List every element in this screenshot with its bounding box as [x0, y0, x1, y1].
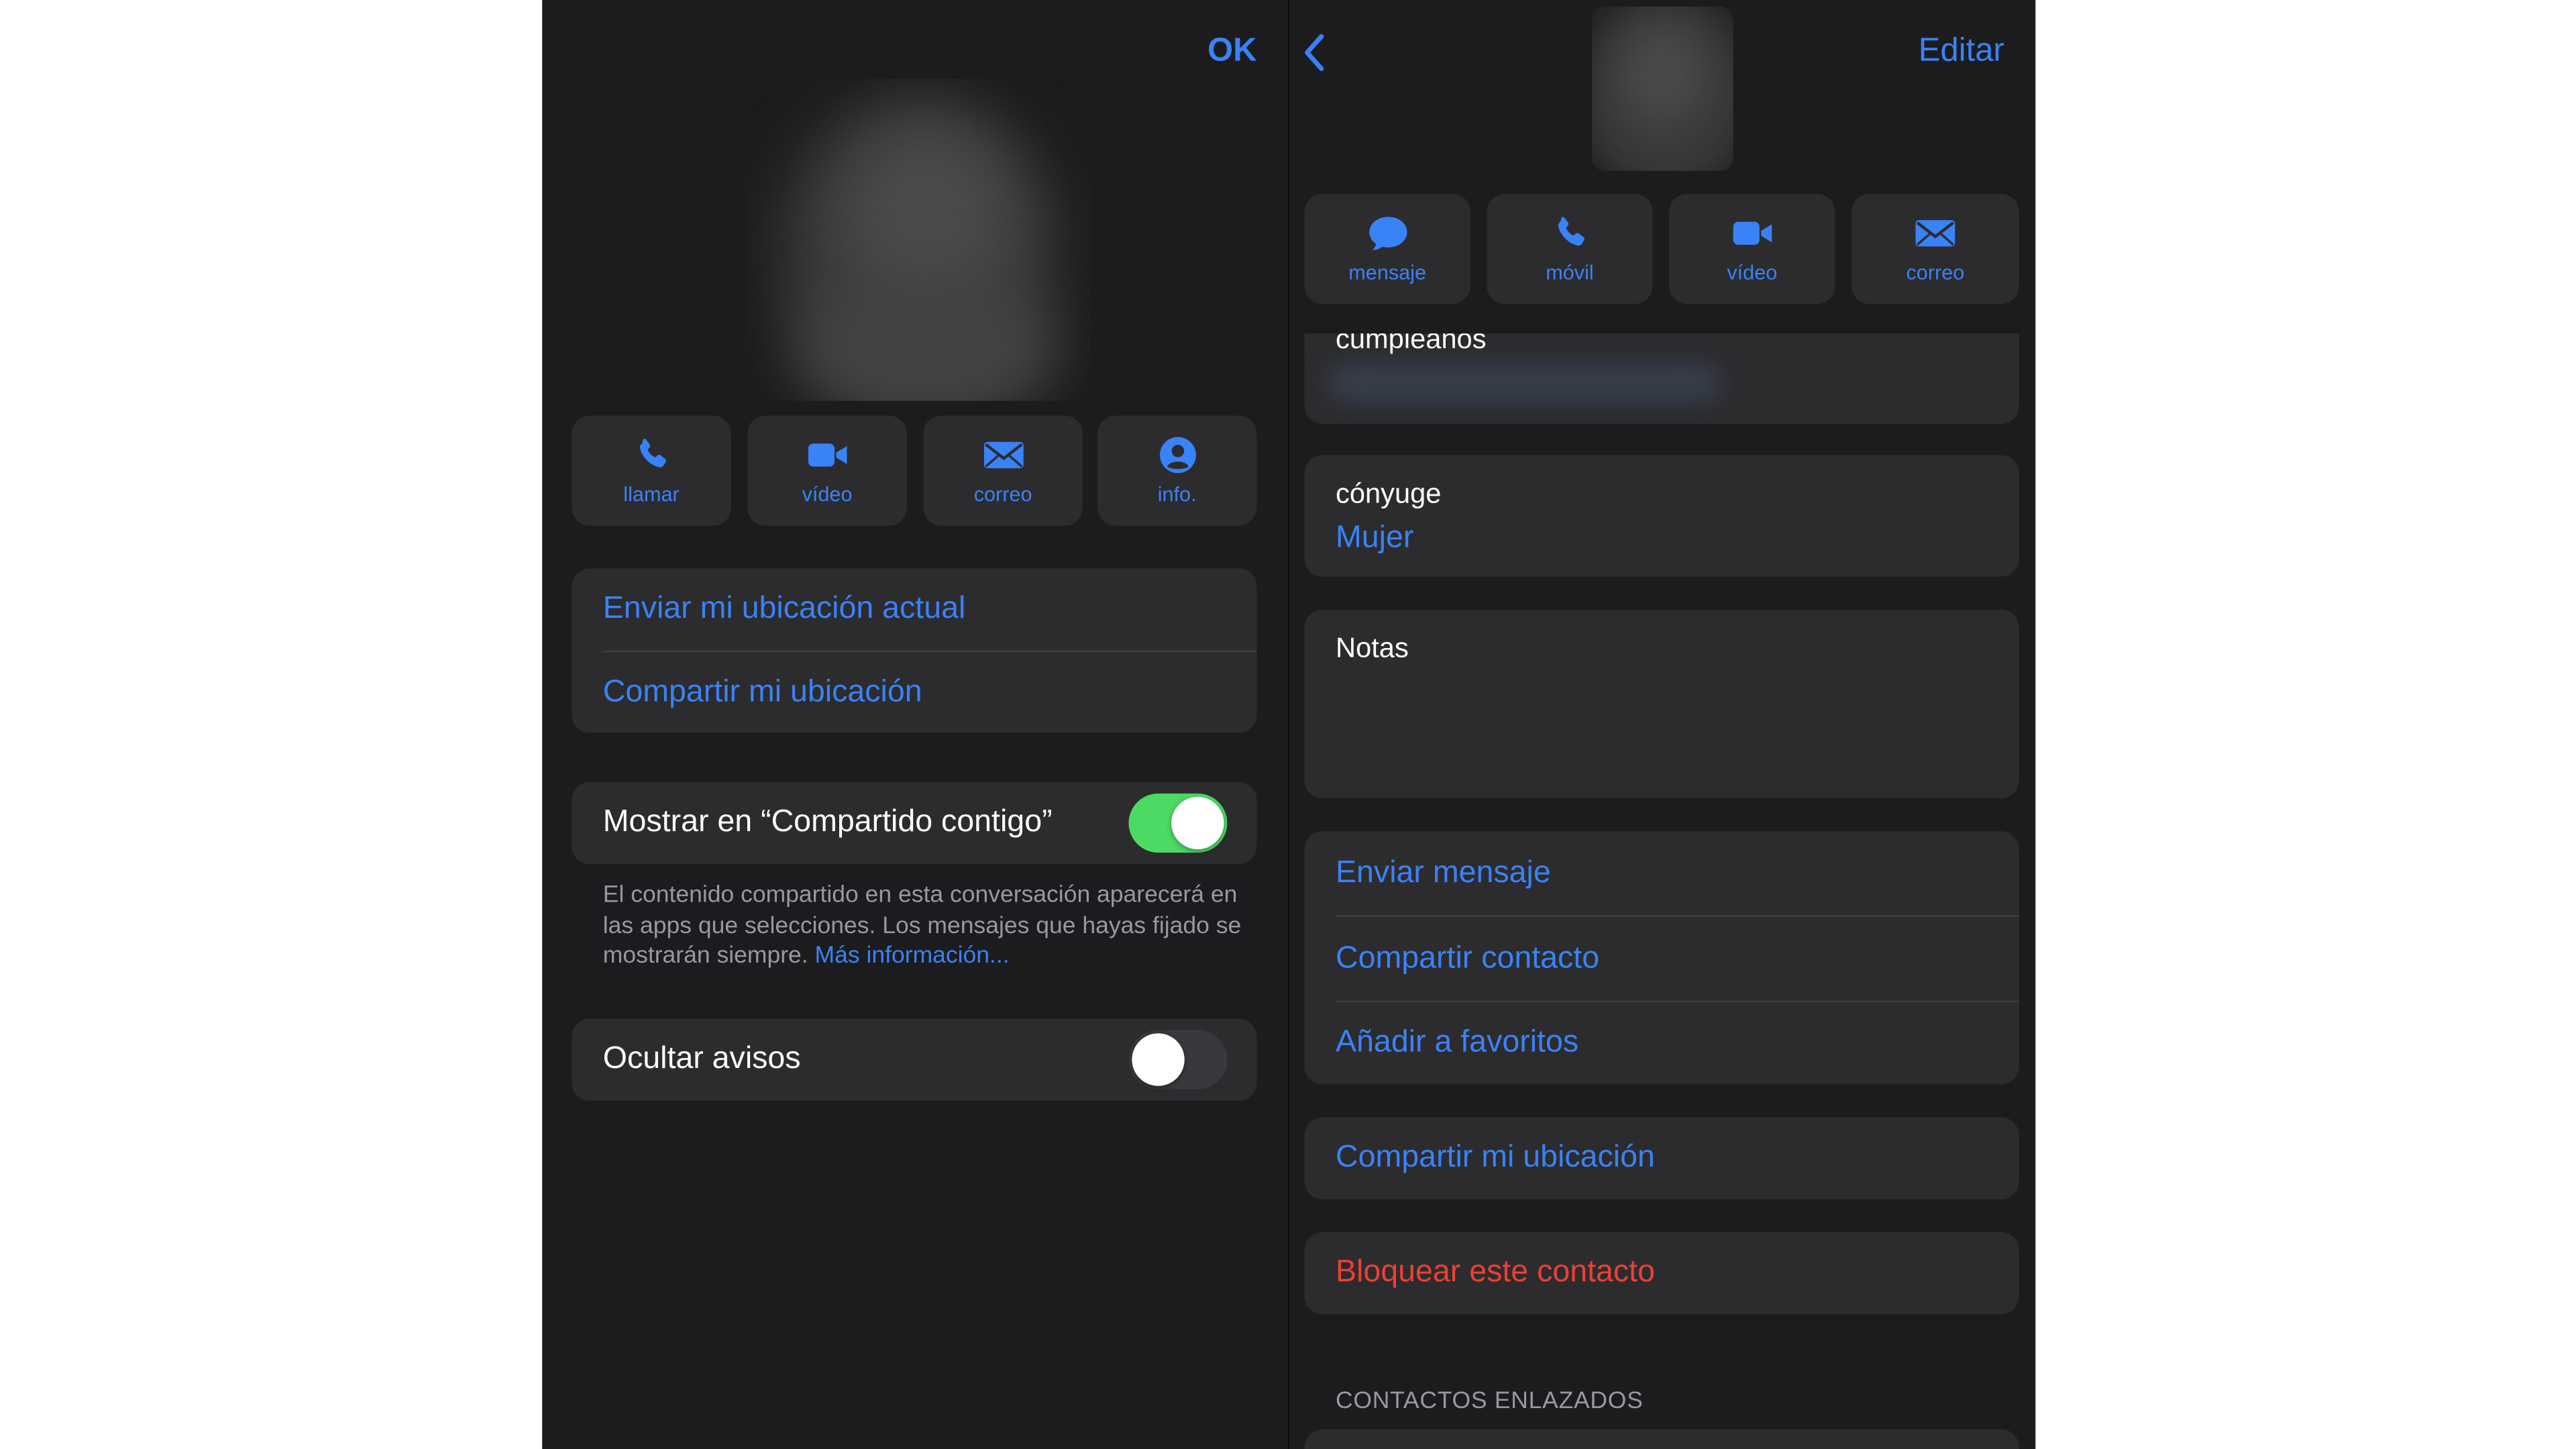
mobile-action-button[interactable]: móvil	[1487, 193, 1653, 305]
conversation-details-panel: OK llamar vídeo correo info. Enviar mi u…	[542, 0, 1289, 1449]
linked-contacts-header: CONTACTOS ENLAZADOS	[1336, 1388, 1644, 1415]
shared-footnote: El contenido compartido en esta conversa…	[603, 881, 1247, 972]
ok-button[interactable]: OK	[1208, 33, 1256, 70]
more-info-link[interactable]: Más información...	[815, 943, 1010, 969]
mobile-action-label: móvil	[1546, 261, 1594, 284]
hide-alerts-row: Ocultar avisos	[572, 1018, 1257, 1101]
hide-alerts-toggle[interactable]	[1128, 1030, 1228, 1089]
message-action-button[interactable]: mensaje	[1304, 193, 1470, 305]
send-current-location-button[interactable]: Enviar mi ubicación actual	[603, 568, 1257, 650]
edit-button[interactable]: Editar	[1919, 33, 2004, 70]
video-icon	[1732, 221, 1772, 245]
toggle-knob	[1132, 1033, 1185, 1086]
screenshot-stage: OK llamar vídeo correo info. Enviar mi u…	[0, 0, 2576, 1449]
call-action-label: llamar	[623, 483, 680, 506]
call-action-button[interactable]: llamar	[572, 415, 731, 526]
mail-icon	[1915, 220, 1955, 247]
video-action-label: vídeo	[1727, 261, 1778, 284]
mail-action-label: correo	[1906, 261, 1965, 284]
location-group: Enviar mi ubicación actual Compartir mi …	[572, 568, 1257, 733]
contact-photo-blurred	[746, 79, 1091, 401]
toggle-knob	[1171, 796, 1224, 850]
spouse-label: cónyuge	[1336, 478, 1442, 510]
birthday-label: cumpleaños	[1336, 333, 1487, 355]
spouse-field-group: cónyuge Mujer	[1304, 455, 2019, 577]
contact-card-panel: Editar mensaje móvil vídeo correo cumple…	[1289, 0, 2036, 1449]
phone-icon	[1557, 217, 1584, 246]
send-message-button[interactable]: Enviar mensaje	[1336, 831, 2019, 915]
video-action-label: vídeo	[802, 483, 853, 506]
notes-label: Notas	[1336, 632, 1409, 664]
birthday-value-blurred	[1327, 363, 1722, 403]
contact-photo-blurred	[1592, 6, 1733, 171]
mail-icon	[983, 441, 1023, 468]
mail-action-label: correo	[973, 483, 1032, 506]
birthday-field-group: cumpleaños	[1304, 333, 2019, 424]
phone-icon	[639, 438, 665, 468]
shared-with-you-row: Mostrar en “Compartido contigo”	[572, 782, 1257, 865]
linked-contacts-group	[1304, 1429, 2019, 1449]
info-action-button[interactable]: info.	[1097, 415, 1257, 526]
share-contact-button[interactable]: Compartir contacto	[1336, 917, 2019, 1001]
contact-actions-group: Enviar mensaje Compartir contacto Añadir…	[1304, 831, 2019, 1085]
person-icon	[1159, 437, 1195, 474]
share-location-button[interactable]: Compartir mi ubicación	[603, 652, 1257, 733]
spouse-value-link[interactable]: Mujer	[1336, 521, 1413, 557]
chevron-left-icon[interactable]	[1303, 33, 1339, 72]
add-to-favorites-button[interactable]: Añadir a favoritos	[1336, 1002, 2019, 1084]
block-contact-group: Bloquear este contacto	[1304, 1232, 2019, 1315]
notes-field-group[interactable]: Notas	[1304, 609, 2019, 799]
message-bubble-icon	[1368, 217, 1407, 250]
info-action-label: info.	[1157, 483, 1197, 506]
mail-action-button[interactable]: correo	[923, 415, 1083, 526]
mail-action-button[interactable]: correo	[1851, 193, 2019, 305]
share-location-group: Compartir mi ubicación	[1304, 1117, 2019, 1199]
video-action-button[interactable]: vídeo	[747, 415, 907, 526]
shared-with-you-toggle[interactable]	[1128, 793, 1228, 853]
message-action-label: mensaje	[1348, 261, 1427, 284]
block-contact-button[interactable]: Bloquear este contacto	[1336, 1232, 2019, 1314]
share-location-button[interactable]: Compartir mi ubicación	[1336, 1117, 2019, 1199]
video-icon	[807, 443, 847, 467]
video-action-button[interactable]: vídeo	[1669, 193, 1835, 305]
